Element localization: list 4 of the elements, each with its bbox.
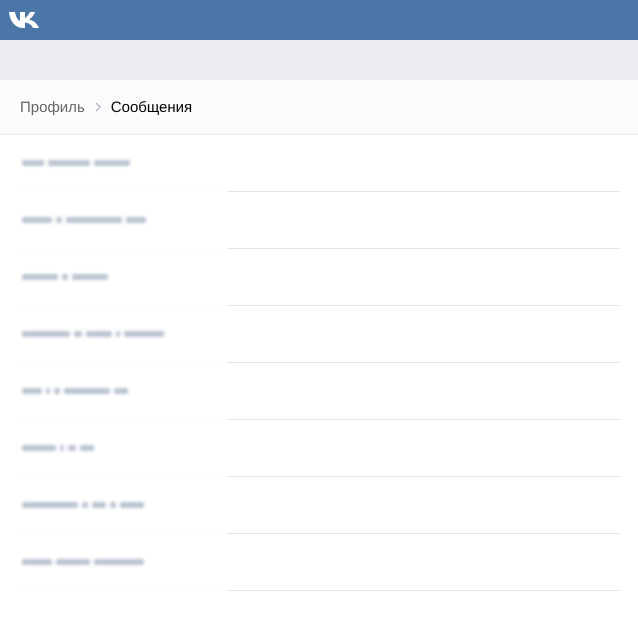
breadcrumb-link[interactable]: Профиль [20, 98, 85, 116]
breadcrumb-link[interactable]: Сообщения [110, 98, 192, 116]
logo-icon[interactable] [8, 10, 42, 30]
chevron-right-icon [94, 102, 101, 112]
